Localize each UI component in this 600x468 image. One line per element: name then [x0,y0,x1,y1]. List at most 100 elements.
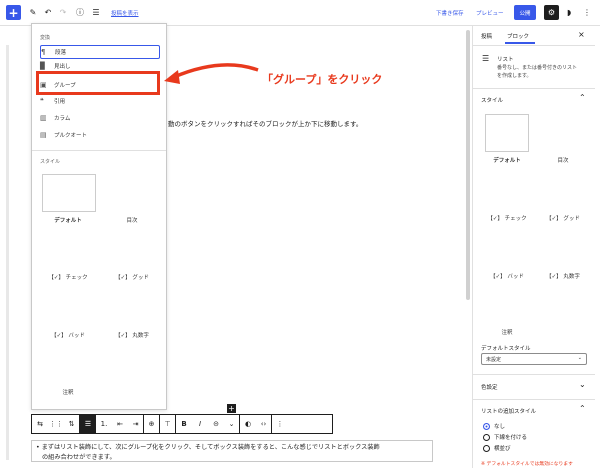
pullquote-icon: ▤ [40,131,47,139]
sidebar-style-preview-default[interactable] [485,114,529,152]
quote-icon: ❝ [40,97,44,105]
sidebar-style-good[interactable]: 【✓】 グッド [535,214,591,222]
transform-section-label: 変換 [40,35,51,41]
publish-button[interactable]: 公開 [514,5,536,20]
sidebar-divider [473,399,595,400]
more-options-icon[interactable]: ⋮ [582,5,592,20]
chevron-up-icon[interactable]: ⌃ [579,404,586,413]
unordered-list-icon[interactable]: ☰ [80,415,96,433]
default-style-select[interactable]: 未設定 ⌄ [481,353,587,365]
menu-item-label: カラム [54,116,71,122]
view-post-link[interactable]: 投稿を表示 [111,5,139,20]
style-default[interactable]: デフォルト [40,216,96,224]
radio-label: なし [494,424,506,430]
inline-add-icon[interactable]: + [227,404,236,413]
sidebar-style-bad[interactable]: 【✓】 バッド [479,272,535,280]
transform-pullquote[interactable]: ▤ プルクオート [40,128,160,142]
add-block-button[interactable]: + [6,5,21,20]
paragraph-icon: ¶ [41,48,46,56]
block-options-icon[interactable]: ⋮ [272,415,288,433]
ordered-list-icon[interactable]: 1. [96,415,112,433]
color-settings-heading[interactable]: 色設定 [481,383,498,391]
heading-icon: ▉ [40,62,46,70]
transform-icon[interactable]: ⇆ [32,415,48,433]
bold-icon[interactable]: B [176,415,192,433]
radio-horizontal[interactable]: 横並び [483,444,511,452]
menu-divider [32,150,166,151]
document-paragraph[interactable]: 動のボタンをクリックすればそのブロックが上か下に移動します。 [168,118,362,128]
group-highlight-box [36,71,160,95]
list-block-content[interactable]: • まずはリスト装飾にして、次にグループ化をクリック、そしてボックス装飾をすると… [31,440,433,462]
menu-item-label: プルクオート [54,133,88,139]
sidebar-divider [473,374,595,375]
transform-paragraph[interactable]: ¶ 段落 [40,45,160,59]
outdent-icon[interactable]: ⇤ [112,415,128,433]
transform-columns[interactable]: ▥ カラム [40,111,160,125]
style-bad[interactable]: 【✓】 バッド [40,331,96,339]
sidebar-divider [473,88,595,89]
callout-instruction: 「グループ」をクリック [262,73,383,86]
chevron-down-icon[interactable]: ⌄ [579,380,586,389]
styles-heading[interactable]: スタイル [481,96,503,104]
transform-quote[interactable]: ❝ 引用 [40,94,160,108]
active-tab-indicator [505,42,535,44]
style-circled-number[interactable]: 【✓】 丸数字 [104,331,160,339]
code-icon[interactable]: ‹› [256,415,272,433]
plugin-icon[interactable]: ◗ [563,5,575,20]
list-view-icon[interactable]: ☰ [91,5,101,20]
close-sidebar-button[interactable]: × [578,30,585,39]
editor-left-gutter [6,45,9,460]
style-warning-text: ※ デフォルトスタイルでは無効になります [481,462,573,467]
radio-icon [483,445,490,452]
indent-icon[interactable]: ⇥ [128,415,144,433]
editor-scrollbar[interactable] [466,30,470,300]
redo-icon[interactable]: ↷ [58,5,68,20]
block-description-2: を作成します。 [497,73,532,79]
chevron-up-icon[interactable]: ⌃ [579,93,586,102]
radio-checked-icon [483,423,490,430]
info-icon[interactable]: ⓘ [75,5,85,20]
italic-icon[interactable]: I [192,415,208,433]
sidebar-style-circled-number[interactable]: 【✓】 丸数字 [535,272,591,280]
move-icon[interactable]: ⇅ [64,415,80,433]
radio-none[interactable]: なし [483,422,505,430]
block-title: リスト [497,57,514,63]
style-toc[interactable]: 目次 [104,216,160,224]
list-style-heading[interactable]: リストの追加スタイル [481,407,536,415]
menu-item-label: 見出し [54,64,71,70]
list-block-icon: ☰ [482,54,490,63]
sidebar-divider [473,45,595,46]
save-draft-button[interactable]: 下書き保存 [436,5,464,20]
drag-handle-icon[interactable]: ⋮⋮ [48,415,64,433]
edit-icon[interactable]: ✎ [28,5,38,20]
tab-block[interactable]: ブロック [507,32,529,40]
sidebar-style-toc[interactable]: 目次 [535,156,591,164]
style-note[interactable]: 注釈 [40,388,96,396]
style-check[interactable]: 【✓】 チェック [40,273,96,281]
menu-item-label: 段落 [55,50,67,56]
tab-post[interactable]: 投稿 [481,32,492,40]
style-preview-default[interactable] [42,174,96,212]
undo-icon[interactable]: ↶ [43,5,53,20]
default-style-label: デフォルトスタイル [481,346,531,352]
link-icon[interactable]: ⊝ [208,415,224,433]
select-value: 未設定 [486,357,502,363]
radio-underline[interactable]: 下線を付ける [483,433,527,441]
radio-label: 下線を付ける [494,435,528,441]
more-formats-icon[interactable]: ⌄ [224,415,240,433]
style-good[interactable]: 【✓】 グッド [104,273,160,281]
plugin-format-icon[interactable]: ⊕ [144,415,160,433]
sidebar-style-check[interactable]: 【✓】 チェック [479,214,535,222]
marker-icon[interactable]: ◐ [240,415,256,433]
styles-section-label: スタイル [40,159,61,165]
preview-button[interactable]: プレビュー [476,5,504,20]
block-toolbar: ⇆ ⋮⋮ ⇅ ☰ 1. ⇤ ⇥ ⊕ ⊤ B I ⊝ ⌄ ◐ ‹› ⋮ [31,414,333,434]
block-description: 番号なし、または番号付きのリスト [497,65,578,71]
radio-label: 横並び [494,446,511,452]
sidebar-style-note[interactable]: 注釈 [479,328,535,336]
chevron-down-icon: ⌄ [577,355,582,361]
align-icon[interactable]: ⊤ [160,415,176,433]
settings-gear-icon[interactable]: ⚙ [544,5,559,20]
columns-icon: ▥ [40,114,47,122]
sidebar-style-default[interactable]: デフォルト [479,156,535,164]
